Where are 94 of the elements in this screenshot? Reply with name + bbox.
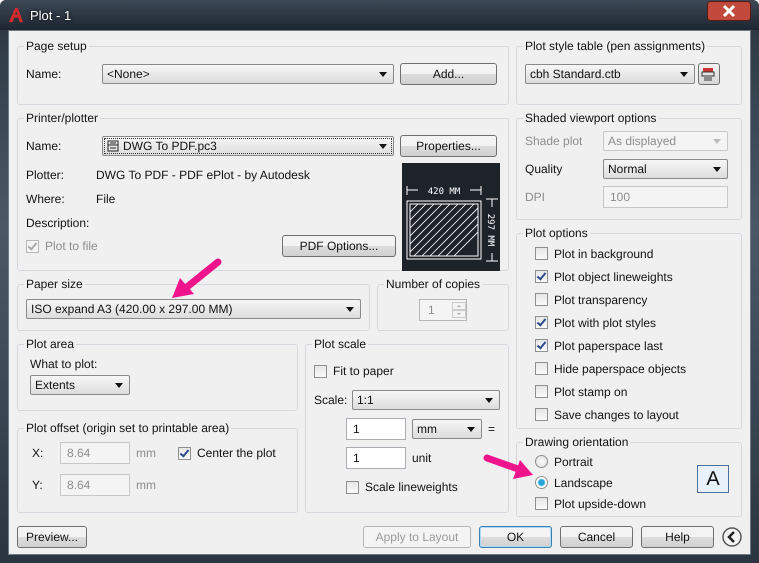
scale-dropdown[interactable]: 1:1 <box>352 390 500 410</box>
landscape-page-icon: A <box>697 465 729 493</box>
checkbox[interactable] <box>346 480 359 494</box>
caret-icon <box>680 72 688 77</box>
field-label: Quality <box>525 162 564 176</box>
checkbox[interactable] <box>535 362 548 375</box>
radio-button[interactable] <box>535 476 548 489</box>
checkbox-label: Hide paperspace objects <box>554 362 686 376</box>
checkbox-label: Scale lineweights <box>365 480 458 494</box>
checkbox-label: Plot upside-down <box>554 496 646 510</box>
group-title: Number of copies <box>385 277 482 291</box>
caret-icon <box>467 427 475 432</box>
dimension-label: 297 MM <box>485 214 495 246</box>
field-label: Scale: <box>314 393 346 407</box>
spinner-arrows-icon <box>452 301 466 319</box>
group-title: Printer/plotter <box>25 111 100 125</box>
unit-dropdown[interactable]: mm <box>412 419 482 439</box>
preview-button[interactable]: Preview... <box>17 526 87 548</box>
group-title: Drawing orientation <box>524 435 630 449</box>
info-label: Where: <box>26 192 66 206</box>
checkbox[interactable] <box>314 364 327 378</box>
field-label: What to plot: <box>30 357 98 371</box>
caret-icon <box>379 144 387 149</box>
field-label: Y: <box>32 478 44 492</box>
checkbox[interactable] <box>535 497 548 510</box>
scale-input[interactable]: 1 <box>346 418 406 440</box>
checkbox[interactable] <box>535 316 548 329</box>
info-label: Plotter: <box>26 168 66 182</box>
group-title: Plot options <box>524 226 589 240</box>
checkbox[interactable] <box>535 293 548 306</box>
dialog-button[interactable]: Help <box>641 526 714 548</box>
checkbox-label: Plot paperspace last <box>554 338 663 352</box>
checkbox[interactable] <box>535 270 548 283</box>
caret-icon <box>713 167 721 172</box>
checkbox[interactable] <box>535 339 548 352</box>
checkbox-label: Fit to paper <box>333 364 394 378</box>
group-title: Plot area <box>25 337 76 351</box>
shading-dropdown[interactable]: Normal <box>603 159 728 179</box>
caret-icon <box>115 383 123 388</box>
annotation-arrow <box>172 258 222 298</box>
checkbox[interactable] <box>535 247 548 260</box>
caret-icon <box>379 72 387 77</box>
app-logo-icon <box>8 7 24 23</box>
printer-dropdown[interactable]: DWG To PDF.pc3 <box>102 136 394 156</box>
info-value: File <box>96 192 116 206</box>
caret-icon <box>346 307 354 312</box>
field-label: Name: <box>26 139 62 153</box>
edit-plot-style-button[interactable] <box>698 63 720 85</box>
scale-input[interactable]: 1 <box>346 447 406 469</box>
pdf-options-button[interactable]: PDF Options... <box>282 235 396 257</box>
checkbox-label: Plot stamp on <box>554 384 628 398</box>
paper-size-dropdown[interactable]: ISO expand A3 (420.00 x 297.00 MM) <box>26 299 361 319</box>
group-title: Plot style table (pen assignments) <box>524 39 706 53</box>
window-title: Plot - 1 <box>30 8 72 22</box>
close-icon[interactable] <box>707 1 751 21</box>
properties-button[interactable]: Properties... <box>400 135 497 157</box>
field-label: DPI <box>525 190 546 204</box>
radio-button[interactable] <box>535 455 548 468</box>
dialog-button[interactable]: OK <box>479 526 552 548</box>
page-setup-dropdown[interactable]: <None> <box>102 64 394 84</box>
caret-icon <box>713 139 721 144</box>
checkbox[interactable] <box>535 408 548 421</box>
group-title: Plot scale <box>313 337 368 351</box>
group-title: Page setup <box>25 39 88 53</box>
dialog-button[interactable]: Cancel <box>560 526 633 548</box>
group-title: Plot offset (origin set to printable area) <box>25 421 230 435</box>
checkbox-label: Plot in background <box>554 246 654 260</box>
checkbox-label: Plot to file <box>45 239 98 253</box>
unit-label: mm <box>136 446 157 460</box>
info-value: DWG To PDF - PDF ePlot - by Autodesk <box>96 168 310 182</box>
what-to-plot-dropdown[interactable]: Extents <box>30 375 130 395</box>
plot-style-dropdown[interactable]: cbh Standard.ctb <box>525 64 695 84</box>
group-title: Shaded viewport options <box>524 111 658 125</box>
equals-sign: = <box>488 422 496 436</box>
group-title: Paper size <box>25 277 84 291</box>
field-label: X: <box>32 446 44 460</box>
info-label: Description: <box>26 216 90 230</box>
checkbox[interactable] <box>535 385 548 398</box>
annotation-arrow <box>484 454 533 479</box>
checkbox-label: Plot object lineweights <box>554 270 673 284</box>
dimension-label: 420 MM <box>428 187 460 197</box>
checkbox-label: Plot with plot styles <box>554 316 656 330</box>
checkbox-label: Center the plot <box>197 446 276 460</box>
radio-label: Landscape <box>554 476 613 490</box>
caret-icon <box>485 398 493 403</box>
field-label: Name: <box>26 67 62 81</box>
field-label: Shade plot <box>525 134 584 148</box>
checkbox-label: Save changes to layout <box>554 408 679 422</box>
unit-label: unit <box>412 451 432 465</box>
add-button[interactable]: Add... <box>400 63 497 85</box>
chevron-left-icon[interactable] <box>722 527 742 547</box>
unit-label: mm <box>136 478 157 492</box>
radio-label: Portrait <box>554 454 593 468</box>
checkbox-label: Plot transparency <box>554 292 648 306</box>
